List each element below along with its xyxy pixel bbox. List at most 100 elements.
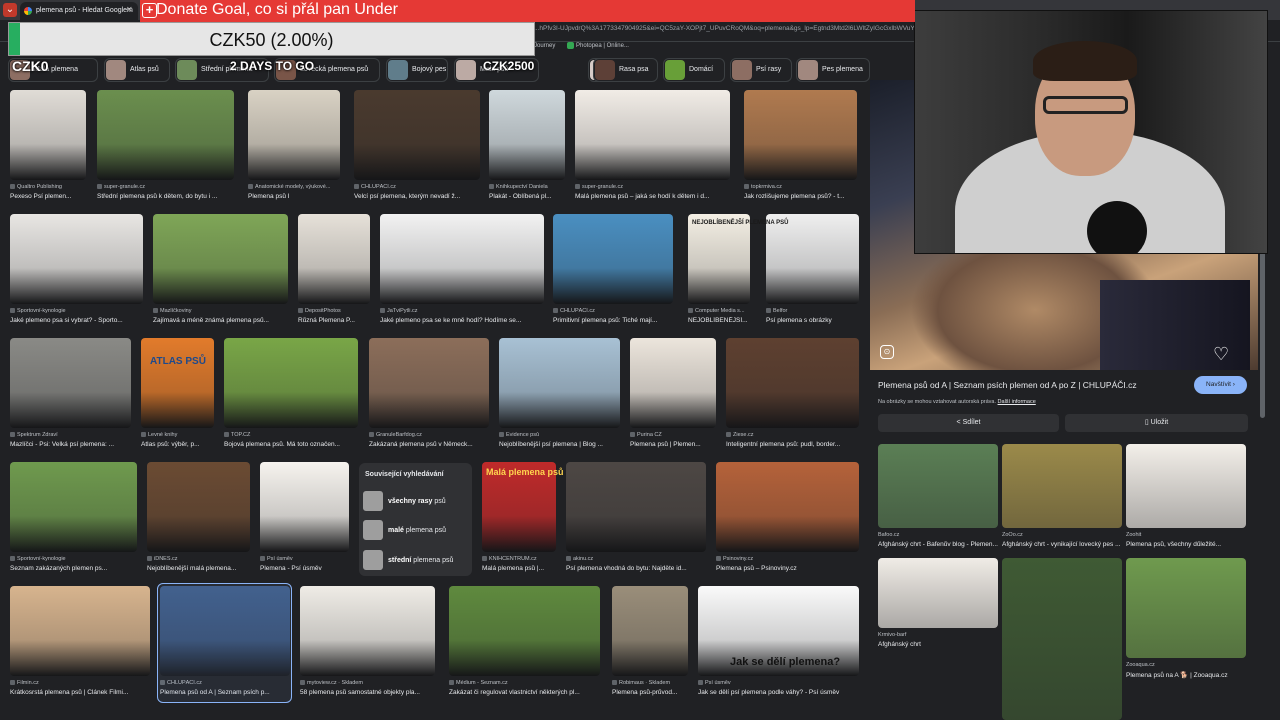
image-result[interactable]: GranuleBarfdog.cz Zakázaná plemena psů v … xyxy=(369,338,489,452)
result-source[interactable]: Sportovní-kynologie xyxy=(10,556,143,562)
result-source[interactable]: Filmin.cz xyxy=(10,680,156,686)
result-source[interactable]: DepositPhotos xyxy=(298,308,376,314)
result-title[interactable]: Jaké plemeno psa si vybrat? - Sporto... xyxy=(10,317,149,324)
image-result[interactable]: DepositPhotos Různá Plemena P... xyxy=(298,214,370,328)
result-source[interactable]: Knihkupectví Daniela xyxy=(489,184,571,190)
result-thumbnail[interactable] xyxy=(489,90,565,180)
image-result[interactable]: super-granule.cz Malá plemena psů – jaká … xyxy=(575,90,730,204)
panel-related-image[interactable] xyxy=(1002,558,1122,720)
result-title[interactable]: Inteligentní plemena psů: pudl, border..… xyxy=(726,441,865,448)
result-source[interactable]: TOP.CZ xyxy=(224,432,364,438)
panel-related-title[interactable]: Plemena psů na A 🐕 | Zooaqua.cz xyxy=(1126,671,1246,679)
result-title[interactable]: Velcí psí plemena, kterým nevadí ž... xyxy=(354,193,486,200)
image-result[interactable]: CHLUPÁČI.cz Velcí psí plemena, kterým nev… xyxy=(354,90,480,204)
panel-related-title[interactable]: Afghánský chrt - vynikající lovecký pes … xyxy=(1002,541,1122,548)
image-result[interactable]: Médium - Seznam.cz Zakázat či regulovat v… xyxy=(449,586,600,700)
panel-related-thumbnail[interactable] xyxy=(878,444,998,528)
result-source[interactable]: mytoview.cz · Skladem xyxy=(300,680,441,686)
result-source[interactable]: CHLUPÁČI.cz xyxy=(354,184,486,190)
result-source[interactable]: JaTviPytli.cz xyxy=(380,308,550,314)
result-source[interactable]: Psí úsměv xyxy=(698,680,865,686)
result-thumbnail[interactable] xyxy=(369,338,489,428)
related-search-all-breeds[interactable]: všechny rasy psů xyxy=(363,491,469,513)
result-source[interactable]: Levné knihy xyxy=(141,432,220,438)
image-result[interactable]: Robimaus · Skladem Plemena psů-průvod... xyxy=(612,586,688,700)
result-title[interactable]: Jaké plemeno psa se ke mně hodí? Hodíme … xyxy=(380,317,550,324)
panel-related-title[interactable]: Afghánský chrt xyxy=(878,641,998,648)
result-source[interactable]: Belfor xyxy=(766,308,865,314)
bookmark-journey[interactable]: Journey xyxy=(534,43,555,49)
result-thumbnail[interactable] xyxy=(688,214,750,304)
result-thumbnail[interactable] xyxy=(630,338,716,428)
result-thumbnail[interactable] xyxy=(10,214,143,304)
result-thumbnail[interactable] xyxy=(10,462,137,552)
result-title[interactable]: Zajímavá a méně známá plemena psů... xyxy=(153,317,294,324)
result-source[interactable]: iDNES.cz xyxy=(147,556,256,562)
image-result[interactable]: Mazlíčkoviny Zajímavá a méně známá plemen… xyxy=(153,214,288,328)
result-title[interactable]: Plemena psů – Psinoviny.cz xyxy=(716,565,865,572)
chip-8[interactable]: Rasa psa xyxy=(593,58,658,82)
url-text[interactable]: ...hPfv3I-UJpvdrQ%3A1773347904925&ei=QC5… xyxy=(534,25,914,32)
result-source[interactable]: topkrmiva.cz xyxy=(744,184,863,190)
result-source[interactable]: super-granule.cz xyxy=(575,184,736,190)
image-result[interactable]: iDNES.cz Nejoblíbenější malá plemena... xyxy=(147,462,250,576)
result-thumbnail[interactable] xyxy=(612,586,688,676)
result-thumbnail[interactable] xyxy=(499,338,620,428)
result-title[interactable]: Plakát - Oblíbená pl... xyxy=(489,193,571,200)
result-title[interactable]: Psí plemena s obrázky xyxy=(766,317,865,324)
result-source[interactable]: GranuleBarfdog.cz xyxy=(369,432,495,438)
result-title[interactable]: Bojová plemena psů. Má toto označen... xyxy=(224,441,364,448)
panel-related-image[interactable]: Krmivo-barf Afghánský chrt xyxy=(878,558,998,652)
result-source[interactable]: Anatomické modely, výukové... xyxy=(248,184,346,190)
result-thumbnail[interactable] xyxy=(380,214,544,304)
panel-related-source[interactable]: Bafoo.cz xyxy=(878,532,998,538)
image-result[interactable]: mytoview.cz · Skladem 58 plemena psů samo… xyxy=(300,586,435,700)
result-title[interactable]: Plemena psů-průvod... xyxy=(612,689,694,696)
share-button[interactable]: < Sdílet xyxy=(878,414,1059,432)
result-thumbnail[interactable] xyxy=(260,462,349,552)
result-title[interactable]: Střední plemena psů k dětem, do bytu i .… xyxy=(97,193,240,200)
related-search-medium-breeds[interactable]: střední plemena psů xyxy=(363,550,469,572)
result-title[interactable]: Zakázat či regulovat vlastnictví některý… xyxy=(449,689,606,696)
result-title[interactable]: Plemena - Psí úsměv xyxy=(260,565,355,572)
panel-related-image[interactable]: Zoohit Plemena psů, všechny důležité... xyxy=(1126,444,1246,552)
preview-title[interactable]: Plemena psů od A | Seznam psích plemen o… xyxy=(878,380,1137,390)
result-title[interactable]: Nejoblíbenější psí plemena | Blog ... xyxy=(499,441,626,448)
result-title[interactable]: Plemena psů I xyxy=(248,193,346,200)
more-info-link[interactable]: Další informace xyxy=(998,399,1036,405)
image-result[interactable]: Spektrum Zdraví Mazlíčci - Psi: Velká psí… xyxy=(10,338,131,452)
result-title[interactable]: 58 plemena psů samostatné objekty pla... xyxy=(300,689,441,696)
image-result[interactable]: super-granule.cz Střední plemena psů k dě… xyxy=(97,90,234,204)
result-thumbnail[interactable] xyxy=(298,214,370,304)
panel-related-thumbnail[interactable] xyxy=(1002,558,1122,720)
result-title[interactable]: Jak se dělí psí plemena podle váhy? - Ps… xyxy=(698,689,865,696)
chip-9[interactable]: Domácí xyxy=(663,58,725,82)
image-result[interactable]: Sportovní-kynologie Seznam zakázaných ple… xyxy=(10,462,137,576)
result-thumbnail[interactable] xyxy=(744,90,857,180)
result-title[interactable]: Jak rozlišujeme plemena psů? - t... xyxy=(744,193,863,200)
result-thumbnail[interactable] xyxy=(766,214,859,304)
save-button[interactable]: ▯ Uložit xyxy=(1065,414,1248,432)
panel-related-source[interactable]: Krmivo-barf xyxy=(878,632,998,638)
result-thumbnail[interactable] xyxy=(224,338,358,428)
result-title[interactable]: Pexeso Psí plemen... xyxy=(10,193,92,200)
result-title[interactable]: Primitivní plemena psů: Tiché mají... xyxy=(553,317,679,324)
result-thumbnail[interactable] xyxy=(10,90,86,180)
result-title[interactable]: Krátkosrstá plemena psů | Článek Filmi..… xyxy=(10,689,156,696)
chip-10[interactable]: Psí rasy xyxy=(730,58,792,82)
result-source[interactable]: Sportovní-kynologie xyxy=(10,308,149,314)
image-result[interactable]: Filmin.cz Krátkosrstá plemena psů | Článe… xyxy=(10,586,150,700)
result-source[interactable]: super-granule.cz xyxy=(97,184,240,190)
close-tab-icon[interactable]: ✕ xyxy=(126,5,133,14)
chip-11[interactable]: Pes plemena xyxy=(796,58,870,82)
result-source[interactable]: Spektrum Zdraví xyxy=(10,432,137,438)
visit-button[interactable]: Navštívit › xyxy=(1194,376,1247,394)
chip-1[interactable]: Atlas psů xyxy=(104,58,170,82)
result-source[interactable]: akinu.cz xyxy=(566,556,712,562)
image-result[interactable]: Anatomické modely, výukové... Plemena psů… xyxy=(248,90,340,204)
result-thumbnail[interactable] xyxy=(716,462,859,552)
image-result[interactable]: Psí úsměv Jak se dělí psí plemena podle v… xyxy=(698,586,859,700)
image-result[interactable]: Evidence psů Nejoblíbenější psí plemena |… xyxy=(499,338,620,452)
bookmark-photopea[interactable]: Photopea | Online... xyxy=(567,42,639,49)
panel-related-thumbnail[interactable] xyxy=(878,558,998,628)
